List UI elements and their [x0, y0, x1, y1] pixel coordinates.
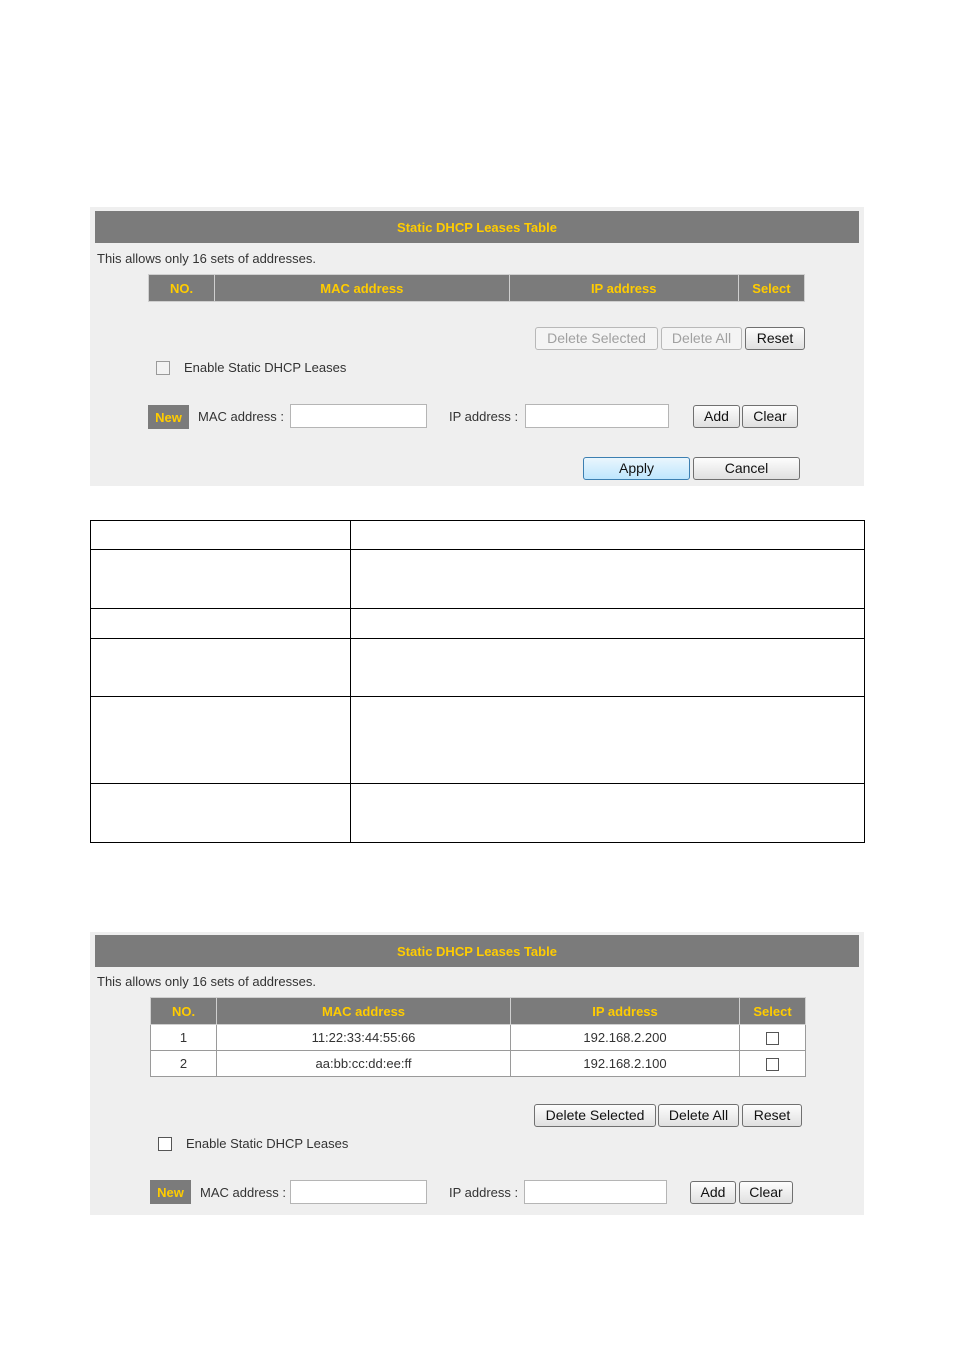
- row-select-cell: [739, 1024, 806, 1051]
- reset-button[interactable]: Reset: [742, 1104, 802, 1127]
- description-cell: [90, 549, 351, 609]
- enable-static-dhcp-row: Enable Static DHCP Leases: [156, 360, 346, 375]
- delete-all-button[interactable]: Delete All: [658, 1104, 739, 1127]
- table-row: 2 aa:bb:cc:dd:ee:ff 192.168.2.100: [150, 1050, 806, 1077]
- row-select-checkbox[interactable]: [766, 1058, 779, 1072]
- capacity-note: This allows only 16 sets of addresses.: [97, 974, 316, 989]
- column-header-mac: MAC address: [214, 274, 510, 302]
- mac-address-label: MAC address :: [198, 409, 284, 424]
- new-entry-badge: New: [150, 1180, 191, 1204]
- column-header-no: NO.: [147, 274, 216, 302]
- enable-static-dhcp-label: Enable Static DHCP Leases: [186, 1136, 349, 1151]
- row-ip-address: 192.168.2.200: [510, 1024, 740, 1051]
- row-select-cell: [739, 1050, 806, 1077]
- leases-table: NO. MAC address IP address Select: [147, 274, 806, 302]
- mac-address-input[interactable]: [290, 1180, 427, 1204]
- mac-address-input[interactable]: [290, 404, 427, 428]
- description-cell: [350, 608, 865, 639]
- row-number: 2: [150, 1050, 217, 1077]
- description-cell: [90, 608, 351, 639]
- description-cell: [350, 520, 865, 550]
- description-row: [90, 638, 865, 697]
- description-cell: [350, 549, 865, 609]
- column-header-ip: IP address: [508, 274, 739, 302]
- row-select-checkbox[interactable]: [766, 1032, 779, 1046]
- mac-address-label: MAC address :: [200, 1185, 286, 1200]
- add-button[interactable]: Add: [690, 1181, 736, 1204]
- clear-button[interactable]: Clear: [739, 1181, 793, 1204]
- ip-address-label: IP address :: [449, 409, 519, 424]
- row-mac-address: 11:22:33:44:55:66: [216, 1024, 511, 1051]
- capacity-note: This allows only 16 sets of addresses.: [97, 251, 316, 266]
- clear-button[interactable]: Clear: [742, 405, 798, 428]
- column-header-ip: IP address: [510, 997, 740, 1025]
- panel-title: Static DHCP Leases Table: [95, 211, 859, 243]
- table-header-row: NO. MAC address IP address Select: [147, 274, 806, 302]
- description-row: [90, 549, 865, 609]
- table-header-row: NO. MAC address IP address Select: [150, 997, 806, 1025]
- row-ip-address: 192.168.2.100: [510, 1050, 740, 1077]
- enable-static-dhcp-checkbox[interactable]: [156, 360, 170, 375]
- description-cell: [90, 696, 351, 784]
- description-cell: [350, 638, 865, 697]
- description-cell: [90, 638, 351, 697]
- delete-selected-button[interactable]: Delete Selected: [534, 1104, 656, 1127]
- description-row: [90, 783, 865, 843]
- panel-title: Static DHCP Leases Table: [95, 935, 859, 967]
- static-dhcp-panel-empty: Static DHCP Leases Table This allows onl…: [90, 207, 864, 486]
- ip-address-label: IP address :: [449, 1185, 519, 1200]
- description-cell: [350, 783, 865, 843]
- reset-button[interactable]: Reset: [745, 327, 805, 350]
- description-cell: [350, 696, 865, 784]
- delete-all-button[interactable]: Delete All: [661, 327, 742, 350]
- ip-address-input[interactable]: [525, 404, 669, 428]
- table-row: 1 11:22:33:44:55:66 192.168.2.200: [150, 1024, 806, 1051]
- column-header-no: NO.: [150, 997, 217, 1025]
- row-mac-address: aa:bb:cc:dd:ee:ff: [216, 1050, 511, 1077]
- column-header-mac: MAC address: [216, 997, 511, 1025]
- description-row: [90, 696, 865, 784]
- description-table: [90, 520, 865, 843]
- new-entry-badge: New: [148, 405, 189, 429]
- add-button[interactable]: Add: [693, 405, 740, 428]
- description-cell: [90, 520, 351, 550]
- cancel-button[interactable]: Cancel: [693, 457, 800, 480]
- ip-address-input[interactable]: [524, 1180, 667, 1204]
- column-header-select: Select: [739, 997, 806, 1025]
- description-cell: [90, 783, 351, 843]
- enable-static-dhcp-row: Enable Static DHCP Leases: [158, 1136, 348, 1151]
- column-header-select: Select: [737, 274, 806, 302]
- row-number: 1: [150, 1024, 217, 1051]
- enable-static-dhcp-checkbox[interactable]: [158, 1136, 172, 1151]
- leases-table: NO. MAC address IP address Select 1 11:2…: [150, 997, 806, 1077]
- apply-button[interactable]: Apply: [583, 457, 690, 480]
- description-row: [90, 608, 865, 639]
- static-dhcp-panel-populated: Static DHCP Leases Table This allows onl…: [90, 932, 864, 1215]
- delete-selected-button[interactable]: Delete Selected: [535, 327, 658, 350]
- description-row: [90, 520, 865, 550]
- enable-static-dhcp-label: Enable Static DHCP Leases: [184, 360, 347, 375]
